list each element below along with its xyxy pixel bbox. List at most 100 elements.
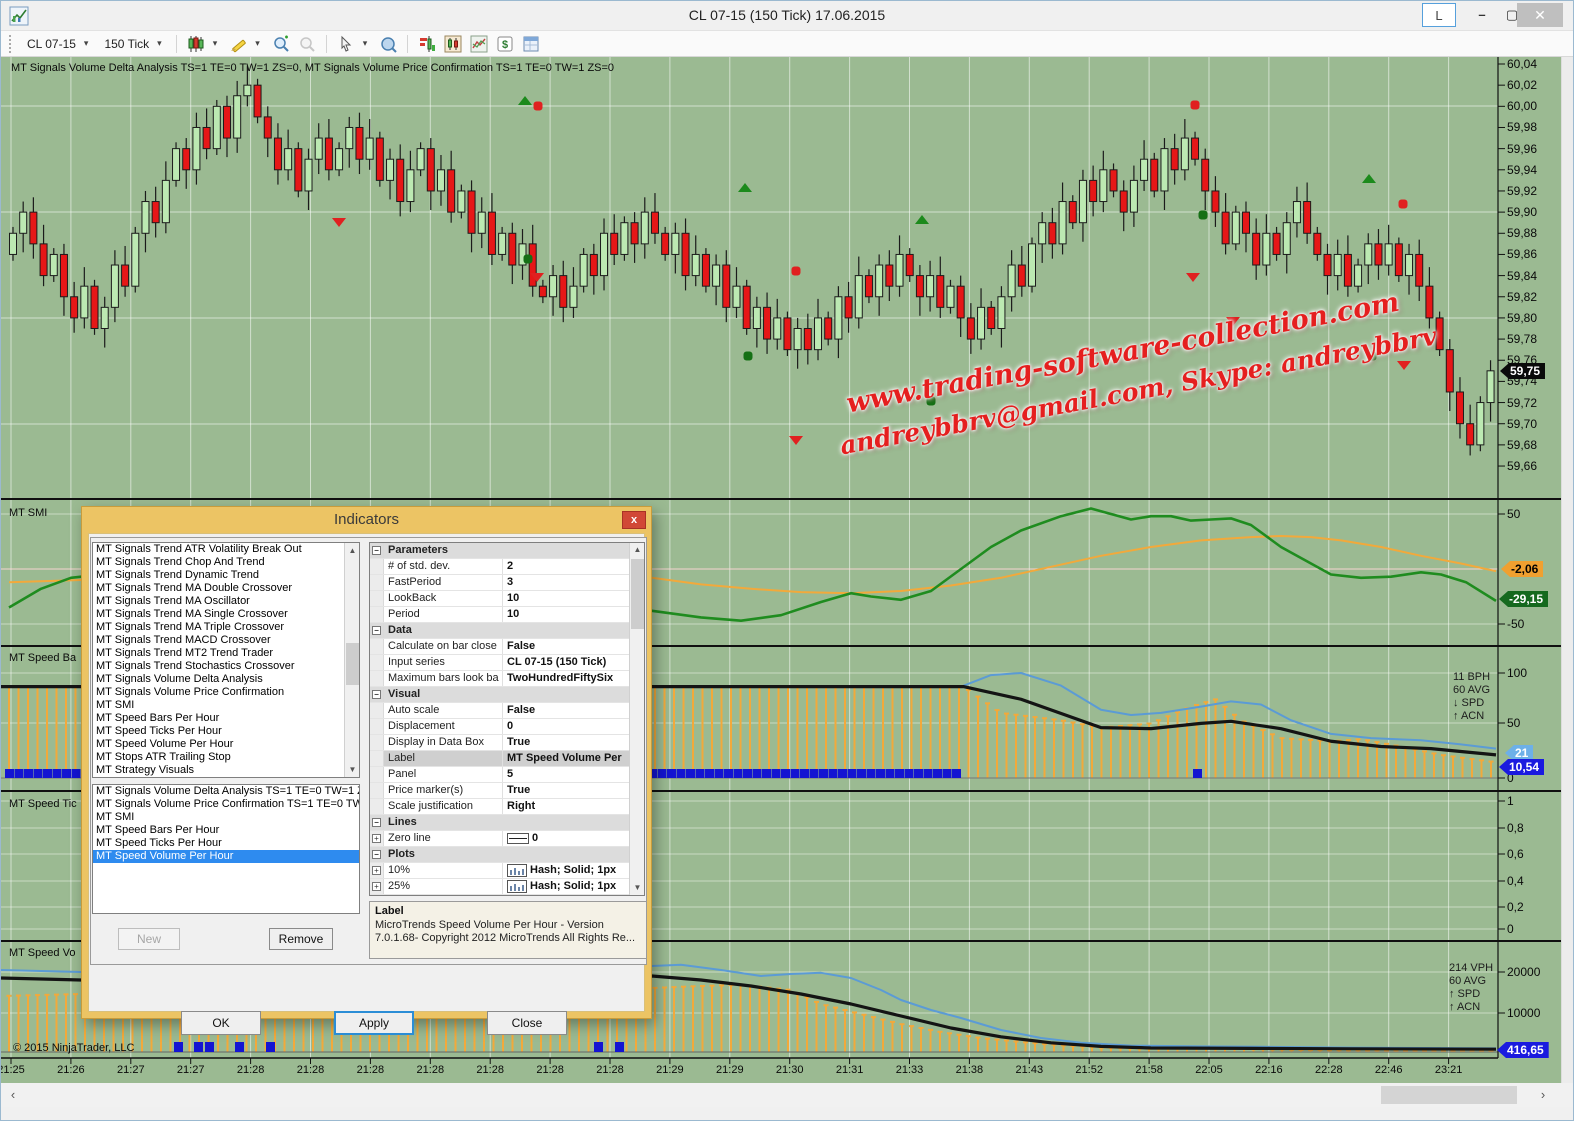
indicator-list-item[interactable]: MT Speed Volume Per Hour — [93, 738, 359, 751]
applied-indicator-item[interactable]: MT SMI — [93, 811, 359, 824]
copyright-text: © 2015 NinjaTrader, LLC — [13, 1042, 134, 1054]
property-row[interactable]: Calculate on bar closeFalse — [370, 639, 629, 655]
property-row[interactable]: Scale justificationRight — [370, 799, 629, 815]
strategies-icon[interactable] — [468, 34, 490, 54]
grid-scrollbar[interactable]: ▲▼ — [629, 543, 644, 895]
property-value: 5 — [502, 767, 629, 782]
property-row[interactable]: +25%Hash; Solid; 1px — [370, 879, 629, 895]
chart-trader-icon[interactable] — [442, 34, 464, 54]
indicator-list-item[interactable]: MT Signals Trend Stochastics Crossover — [93, 660, 359, 673]
property-row[interactable]: Panel5 — [370, 767, 629, 783]
indicator-list-item[interactable]: MT Signals Volume Delta Analysis — [93, 673, 359, 686]
property-category[interactable]: −Lines — [370, 815, 629, 831]
data-magnifier-icon[interactable] — [377, 34, 399, 54]
collapse-icon[interactable]: − — [372, 850, 381, 859]
zoom-in-icon[interactable] — [270, 34, 292, 54]
toolbar-grip[interactable] — [9, 35, 13, 53]
scrollbar-thumb[interactable] — [631, 559, 644, 629]
collapse-icon[interactable]: − — [372, 690, 381, 699]
indicator-list-item[interactable]: MT Speed Bars Per Hour — [93, 712, 359, 725]
cursor-icon[interactable] — [335, 34, 357, 54]
chevron-down-icon[interactable]: ▾ — [84, 38, 89, 49]
dialog-close-button[interactable]: x — [622, 511, 646, 529]
indicator-list-item[interactable]: MT Signals Trend MA Oscillator — [93, 595, 359, 608]
properties-icon[interactable] — [520, 34, 542, 54]
property-row[interactable]: Displacement0 — [370, 719, 629, 735]
indicator-list-item[interactable]: MT Strategy Visuals — [93, 764, 359, 777]
collapse-icon[interactable]: − — [372, 818, 381, 827]
drawing-tools-icon[interactable] — [227, 34, 249, 54]
property-row[interactable]: Input seriesCL 07-15 (150 Tick) — [370, 655, 629, 671]
applied-indicator-item[interactable]: MT Signals Volume Delta Analysis TS=1 TE… — [93, 785, 359, 798]
expand-icon[interactable]: + — [372, 834, 381, 843]
collapse-icon[interactable]: − — [372, 546, 381, 555]
property-row[interactable]: Maximum bars look baTwoHundredFiftySix — [370, 671, 629, 687]
property-row[interactable]: Period10 — [370, 607, 629, 623]
property-category[interactable]: −Visual — [370, 687, 629, 703]
remove-button[interactable]: Remove — [269, 928, 333, 950]
horizontal-scrollbar[interactable]: ‹ › — [1, 1083, 1574, 1107]
close-button[interactable]: Close — [487, 1011, 567, 1035]
apply-button[interactable]: Apply — [334, 1011, 414, 1035]
property-row[interactable]: # of std. dev.2 — [370, 559, 629, 575]
scrollbar-thumb[interactable] — [1381, 1086, 1517, 1104]
indicator-list-item[interactable]: MT Signals Trend MT2 Trend Trader — [93, 647, 359, 660]
property-row[interactable]: +10%Hash; Solid; 1px — [370, 863, 629, 879]
property-row[interactable]: +Zero line0 — [370, 831, 629, 847]
property-row[interactable]: LabelMT Speed Volume Per — [370, 751, 629, 767]
applied-indicators-list[interactable]: MT Signals Volume Delta Analysis TS=1 TE… — [92, 784, 360, 914]
indicator-list-item[interactable]: MT Speed Ticks Per Hour — [93, 725, 359, 738]
indicator-list-item[interactable]: MT SMI — [93, 699, 359, 712]
interval-selector[interactable]: 150 Tick — [98, 35, 151, 53]
expand-icon[interactable]: + — [372, 882, 381, 891]
indicator-list-item[interactable]: MT Signals Trend MA Double Crossover — [93, 582, 359, 595]
scroll-down-icon[interactable]: ▼ — [630, 881, 645, 895]
property-row[interactable]: FastPeriod3 — [370, 575, 629, 591]
dialog-titlebar[interactable]: Indicators x — [82, 507, 651, 533]
indicator-list-item[interactable]: MT Signals Trend MA Triple Crossover — [93, 621, 359, 634]
scroll-up-icon[interactable]: ▲ — [630, 543, 645, 557]
ok-button[interactable]: OK — [181, 1011, 261, 1035]
chevron-down-icon[interactable]: ▾ — [157, 38, 162, 49]
scroll-down-icon[interactable]: ▼ — [345, 762, 360, 777]
indicator-list-item[interactable]: MT Signals Volume Price Confirmation — [93, 686, 359, 699]
vertical-scrollbar[interactable] — [1561, 57, 1574, 1083]
indicator-list-item[interactable]: MT Signals Trend Chop And Trend — [93, 556, 359, 569]
close-icon[interactable]: ✕ — [1517, 3, 1563, 27]
indicator-list-item[interactable]: MT Stops ATR Trailing Stop — [93, 751, 359, 764]
indicator-list-item[interactable]: MT Signals Trend ATR Volatility Break Ou… — [93, 543, 359, 556]
chart-style-icon[interactable] — [185, 34, 207, 54]
property-category[interactable]: −Plots — [370, 847, 629, 863]
applied-indicator-item[interactable]: MT Signals Volume Price Confirmation TS=… — [93, 798, 359, 811]
indicator-list-item[interactable]: MT Signals Trend MA Single Crossover — [93, 608, 359, 621]
property-row[interactable]: Auto scaleFalse — [370, 703, 629, 719]
scroll-right-icon[interactable]: › — [1533, 1083, 1553, 1107]
expand-icon[interactable]: + — [372, 866, 381, 875]
properties-grid[interactable]: −Parameters# of std. dev.2FastPeriod3Loo… — [369, 542, 645, 896]
account-icon[interactable]: $ — [494, 34, 516, 54]
available-indicators-list[interactable]: MT Signals Trend ATR Volatility Break Ou… — [92, 542, 360, 778]
chevron-down-icon[interactable]: ▾ — [213, 38, 218, 49]
indicator-list-item[interactable]: MT Signals Trend Dynamic Trend — [93, 569, 359, 582]
collapse-icon[interactable]: − — [372, 626, 381, 635]
applied-indicator-item[interactable]: MT Speed Volume Per Hour — [93, 850, 359, 863]
link-button[interactable]: L — [1422, 3, 1456, 27]
property-row[interactable]: Price marker(s)True — [370, 783, 629, 799]
chevron-down-icon[interactable]: ▾ — [363, 38, 368, 49]
indicators-icon[interactable] — [416, 34, 438, 54]
applied-indicator-item[interactable]: MT Speed Ticks Per Hour — [93, 837, 359, 850]
scrollbar-thumb[interactable] — [346, 643, 359, 685]
indicator-list-item[interactable]: MT Signals Trend MACD Crossover — [93, 634, 359, 647]
applied-indicator-item[interactable]: MT Speed Bars Per Hour — [93, 824, 359, 837]
property-category[interactable]: −Data — [370, 623, 629, 639]
scroll-left-icon[interactable]: ‹ — [3, 1083, 23, 1107]
instrument-selector[interactable]: CL 07-15 — [21, 35, 78, 53]
minimize-icon[interactable]: – — [1467, 3, 1497, 27]
chevron-down-icon[interactable]: ▾ — [255, 38, 260, 49]
list-scrollbar[interactable]: ▲▼ — [344, 543, 359, 777]
property-row[interactable]: LookBack10 — [370, 591, 629, 607]
property-row[interactable]: Display in Data BoxTrue — [370, 735, 629, 751]
scroll-up-icon[interactable]: ▲ — [345, 543, 360, 558]
property-category[interactable]: −Parameters — [370, 543, 629, 559]
info-line: ↓ SPD — [1453, 697, 1490, 710]
